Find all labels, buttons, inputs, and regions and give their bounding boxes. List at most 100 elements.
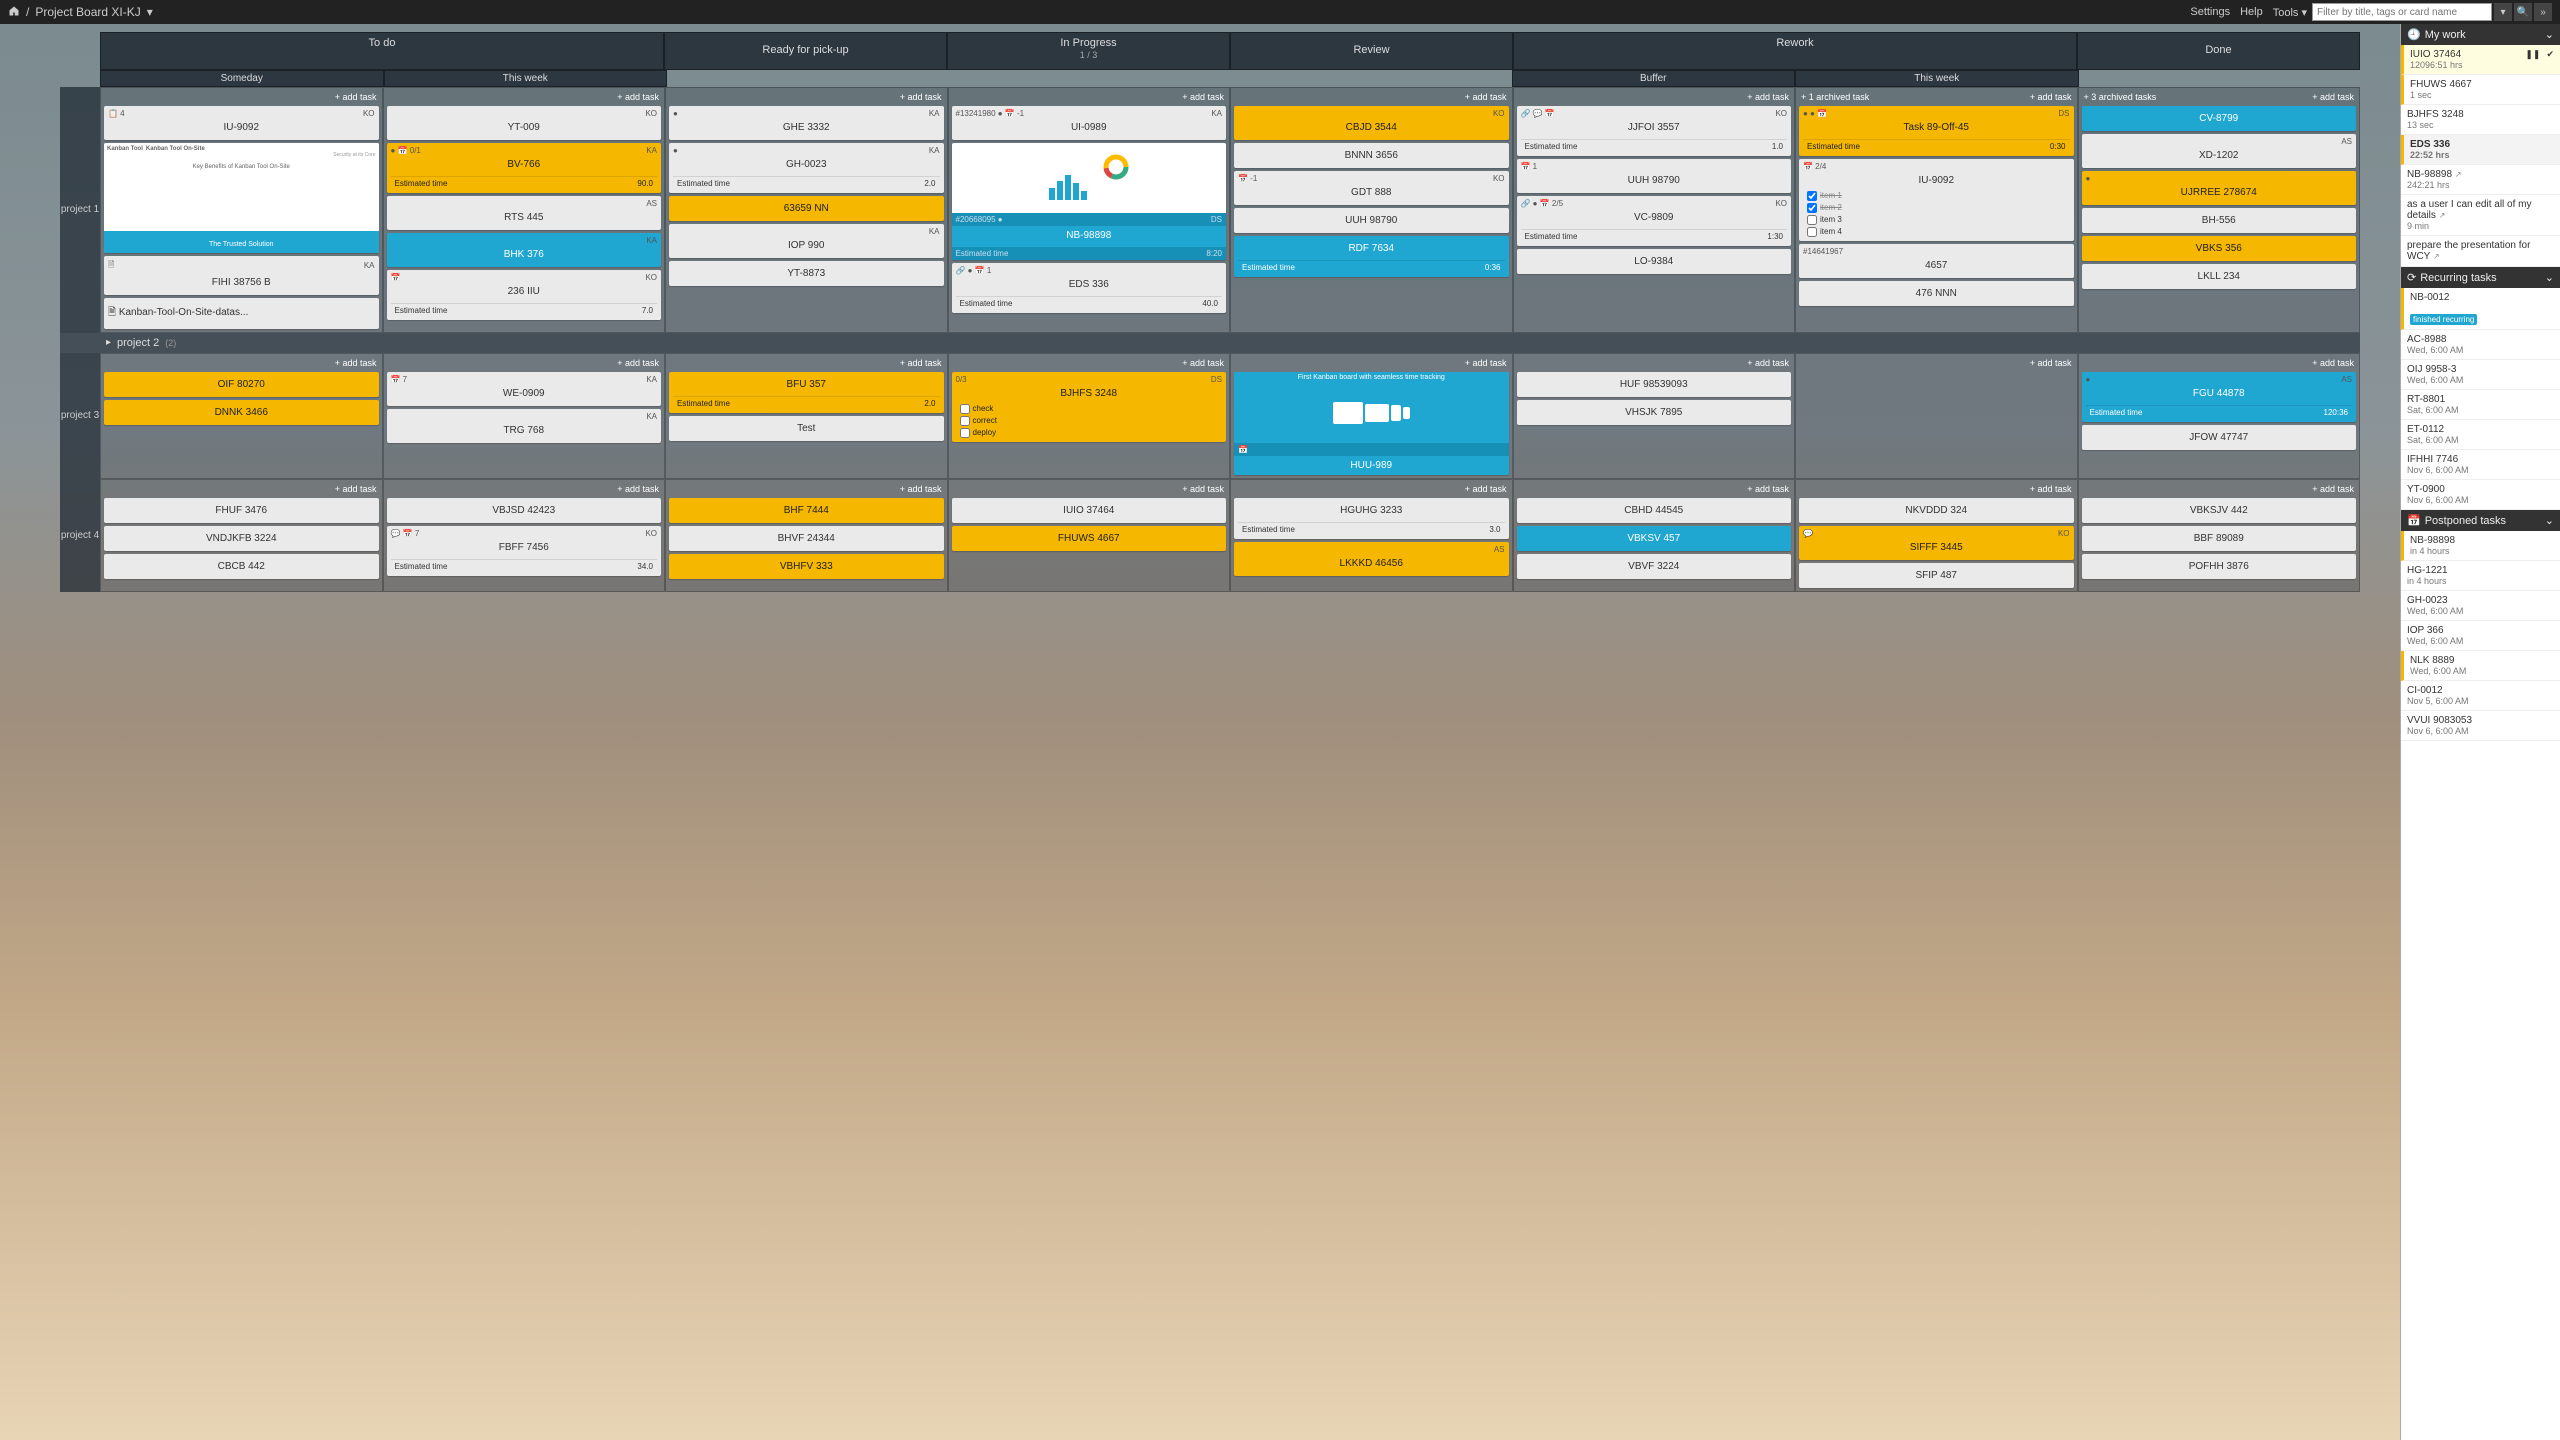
card[interactable]: VBKS 356 — [2082, 236, 2357, 261]
sidebar-item[interactable]: VVUI 9083053Nov 6, 6:00 AM — [2401, 711, 2560, 741]
add-task-button[interactable]: + add task — [2312, 92, 2354, 102]
card[interactable]: JFOW 47747 — [2082, 425, 2357, 450]
card[interactable]: VBKSJV 442 — [2082, 498, 2357, 523]
add-task-button[interactable]: + add task — [900, 92, 942, 102]
add-task-button[interactable]: + add task — [2030, 358, 2072, 368]
sidebar-section-mywork[interactable]: 🕘My work⌄ — [2401, 24, 2560, 45]
card[interactable]: ●UJRREE 278674 — [2082, 171, 2357, 205]
card[interactable]: BFU 357Estimated time2.0 — [669, 372, 944, 413]
swimlane-label[interactable]: project 1 — [60, 87, 100, 333]
sidebar-item[interactable]: AC-8988Wed, 6:00 AM — [2401, 330, 2560, 360]
card[interactable]: KOYT-009 — [387, 106, 662, 140]
sidebar-item[interactable]: OIJ 9958-3Wed, 6:00 AM — [2401, 360, 2560, 390]
sidebar-item[interactable]: RT-8801Sat, 6:00 AM — [2401, 390, 2560, 420]
card[interactable]: ASRTS 445 — [387, 196, 662, 230]
lane[interactable]: + add taskVBJSD 42423💬 📅 7KOFBFF 7456Est… — [383, 479, 666, 592]
card[interactable]: BH-556 — [2082, 208, 2357, 233]
col-review[interactable]: Review — [1230, 32, 1513, 70]
checklist-item[interactable] — [1807, 191, 1817, 201]
card[interactable]: First Kanban board with seamless time tr… — [1234, 372, 1509, 475]
lane[interactable]: + 1 archived task+ add task● ● 📅DSTask 8… — [1795, 87, 2078, 333]
lane[interactable]: + add task 📅 7KAWE-0909KATRG 768 — [383, 353, 666, 479]
card[interactable]: BNNN 3656 — [1234, 143, 1509, 168]
card[interactable]: 0/3DSBJHFS 3248checkcorrectdeploy — [952, 372, 1227, 442]
card[interactable]: NKVDDD 324 — [1799, 498, 2074, 523]
sidebar-item[interactable]: CI-0012Nov 5, 6:00 AM — [2401, 681, 2560, 711]
add-task-button[interactable]: + add task — [1747, 92, 1789, 102]
add-task-button[interactable]: + add task — [335, 484, 377, 494]
card[interactable]: KATRG 768 — [387, 409, 662, 443]
card[interactable]: VNDJKFB 3224 — [104, 526, 379, 551]
add-task-button[interactable]: + add task — [1465, 358, 1507, 368]
pause-icon[interactable]: ❚❚ — [2525, 49, 2540, 60]
sidebar-item[interactable]: NB-0012finished recurring — [2401, 288, 2560, 330]
card[interactable]: RDF 7634Estimated time0:36 — [1234, 236, 1509, 277]
card[interactable]: 💬 📅 7KOFBFF 7456Estimated time34.0 — [387, 526, 662, 576]
board-title[interactable]: Project Board XI-KJ — [35, 5, 140, 19]
lane[interactable]: + add task0/3DSBJHFS 3248checkcorrectdep… — [948, 353, 1231, 479]
card[interactable]: LKLL 234 — [2082, 264, 2357, 289]
lane[interactable]: + add taskKOCBJD 3544BNNN 3656📅 -1KOGDT … — [1230, 87, 1513, 333]
add-task-button[interactable]: + add task — [1182, 484, 1224, 494]
card[interactable]: ASXD-1202 — [2082, 134, 2357, 168]
card[interactable]: ●KAGHE 3332 — [669, 106, 944, 140]
add-task-button[interactable]: + add task — [2030, 92, 2072, 102]
home-icon[interactable] — [8, 5, 20, 20]
checklist-item[interactable] — [960, 416, 970, 426]
lane[interactable]: + add taskBFU 357Estimated time2.0Test — [665, 353, 948, 479]
archived-link[interactable]: + 1 archived task — [1801, 92, 2026, 102]
card[interactable]: Kanban ToolKanban Tool On-Site Security … — [104, 143, 379, 253]
lane[interactable]: + add taskFHUF 3476VNDJKFB 3224CBCB 442 — [100, 479, 383, 592]
sidebar-item[interactable]: EDS 33622:52 hrs — [2401, 135, 2560, 165]
col-someday[interactable]: Someday — [100, 70, 384, 87]
sidebar-item[interactable]: IOP 366Wed, 6:00 AM — [2401, 621, 2560, 651]
sidebar-item[interactable]: IUIO 37464❚❚✔12096:51 hrs — [2401, 45, 2560, 75]
card[interactable]: ● 📅 0/1KABV-766Estimated time90.0 — [387, 143, 662, 193]
sidebar-item[interactable]: FHUWS 46671 sec — [2401, 75, 2560, 105]
col-rework[interactable]: Rework — [1513, 32, 2077, 70]
settings-link[interactable]: Settings — [2190, 6, 2230, 18]
checklist-item[interactable] — [960, 428, 970, 438]
card[interactable]: 📅 7KAWE-0909 — [387, 372, 662, 406]
swimlane-label[interactable]: project 4 — [60, 479, 100, 592]
card[interactable]: 📅 1UUH 98790 — [1517, 159, 1792, 193]
col-thisweek-left[interactable]: This week — [384, 70, 668, 87]
sidebar-section-postponed[interactable]: 📅Postponed tasks⌄ — [2401, 510, 2560, 531]
tools-link[interactable]: Tools ▾ — [2273, 6, 2307, 19]
check-icon[interactable]: ✔ — [2546, 49, 2554, 60]
sidebar-item[interactable]: YT-0900Nov 6, 6:00 AM — [2401, 480, 2560, 510]
card[interactable]: HGUHG 3233Estimated time3.0 — [1234, 498, 1509, 539]
card[interactable]: 🔗 ● 📅 2/5KOVC-9809Estimated time1:30 — [1517, 196, 1792, 246]
card[interactable]: VBJSD 42423 — [387, 498, 662, 523]
lane[interactable]: + add task ●KAGHE 3332●KAGH-0023Estimated… — [665, 87, 948, 333]
card[interactable]: Test — [669, 416, 944, 441]
card[interactable]: FHUWS 4667 — [952, 526, 1227, 551]
card[interactable]: DNNK 3466 — [104, 400, 379, 425]
add-task-button[interactable]: + add task — [2312, 358, 2354, 368]
lane[interactable]: + add taskCBHD 44545VBKSV 457VBVF 3224 — [1513, 479, 1796, 592]
sidebar-section-recurring[interactable]: ⟳Recurring tasks⌄ — [2401, 267, 2560, 288]
swimlane-project-2-collapsed[interactable]: ▸ project 2 (2) — [60, 333, 2360, 353]
expand-icon[interactable]: » — [2534, 3, 2552, 21]
card[interactable]: 📅 2/4IU-9092item 1item 2item 3item 4 — [1799, 159, 2074, 241]
card[interactable]: HUF 98539093 — [1517, 372, 1792, 397]
card[interactable]: KABHK 376 — [387, 233, 662, 267]
checklist-item[interactable] — [1807, 227, 1817, 237]
card[interactable]: UUH 98790 — [1234, 208, 1509, 233]
card[interactable]: BBF 89089 — [2082, 526, 2357, 551]
card[interactable]: VBKSV 457 — [1517, 526, 1792, 551]
sidebar-item[interactable]: NB-98898in 4 hours — [2401, 531, 2560, 561]
card[interactable]: LO-9384 — [1517, 249, 1792, 274]
card[interactable]: VHSJK 7895 — [1517, 400, 1792, 425]
sidebar-item[interactable]: prepare the presentation for WCY ↗ — [2401, 236, 2560, 267]
filter-dropdown-icon[interactable]: ▾ — [2494, 3, 2512, 21]
add-task-button[interactable]: + add task — [617, 358, 659, 368]
lane[interactable]: + add task First Kanban board with seamle… — [1230, 353, 1513, 479]
add-task-button[interactable]: + add task — [2312, 484, 2354, 494]
card[interactable]: 📋 4KOIU-9092 — [104, 106, 379, 140]
card[interactable]: ●KAGH-0023Estimated time2.0 — [669, 143, 944, 193]
help-link[interactable]: Help — [2240, 6, 2263, 18]
swimlane-label[interactable]: project 3 — [60, 353, 100, 479]
card[interactable]: 💬KOSIFFF 3445 — [1799, 526, 2074, 560]
filter-input[interactable] — [2312, 3, 2492, 21]
